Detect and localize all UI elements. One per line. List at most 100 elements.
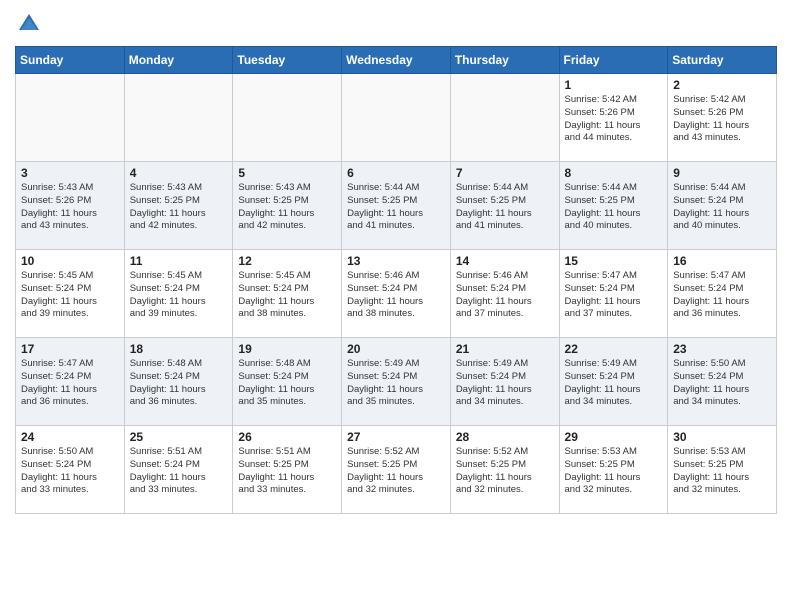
day-info: Sunrise: 5:53 AM Sunset: 5:25 PM Dayligh…	[673, 446, 771, 497]
day-info: Sunrise: 5:44 AM Sunset: 5:24 PM Dayligh…	[673, 182, 771, 233]
day-number: 4	[130, 166, 228, 180]
calendar-cell: 14 Sunrise: 5:46 AM Sunset: 5:24 PM Dayli…	[450, 250, 559, 338]
calendar-cell: 7 Sunrise: 5:44 AM Sunset: 5:25 PM Daylig…	[450, 162, 559, 250]
day-info: Sunrise: 5:45 AM Sunset: 5:24 PM Dayligh…	[21, 270, 119, 321]
calendar-day-header: Saturday	[668, 47, 777, 74]
calendar-cell: 12 Sunrise: 5:45 AM Sunset: 5:24 PM Dayli…	[233, 250, 342, 338]
day-number: 11	[130, 254, 228, 268]
day-info: Sunrise: 5:48 AM Sunset: 5:24 PM Dayligh…	[238, 358, 336, 409]
day-number: 15	[565, 254, 663, 268]
calendar-cell: 17 Sunrise: 5:47 AM Sunset: 5:24 PM Dayli…	[16, 338, 125, 426]
logo	[15, 10, 47, 38]
day-info: Sunrise: 5:49 AM Sunset: 5:24 PM Dayligh…	[456, 358, 554, 409]
day-number: 19	[238, 342, 336, 356]
calendar-cell: 24Sunrise: 5:50 AM Sunset: 5:24 PM Dayli…	[16, 426, 125, 514]
calendar-cell: 2 Sunrise: 5:42 AM Sunset: 5:26 PM Daylig…	[668, 74, 777, 162]
day-info: Sunrise: 5:44 AM Sunset: 5:25 PM Dayligh…	[347, 182, 445, 233]
calendar-cell: 1 Sunrise: 5:42 AM Sunset: 5:26 PM Daylig…	[559, 74, 668, 162]
day-number: 9	[673, 166, 771, 180]
calendar-day-header: Monday	[124, 47, 233, 74]
calendar-cell: 16 Sunrise: 5:47 AM Sunset: 5:24 PM Dayli…	[668, 250, 777, 338]
day-number: 14	[456, 254, 554, 268]
day-number: 2	[673, 78, 771, 92]
day-number: 28	[456, 430, 554, 444]
day-info: Sunrise: 5:51 AM Sunset: 5:25 PM Dayligh…	[238, 446, 336, 497]
day-number: 12	[238, 254, 336, 268]
calendar-week-row: 10 Sunrise: 5:45 AM Sunset: 5:24 PM Dayli…	[16, 250, 777, 338]
day-number: 23	[673, 342, 771, 356]
calendar-day-header: Friday	[559, 47, 668, 74]
calendar-cell: 23 Sunrise: 5:50 AM Sunset: 5:24 PM Dayli…	[668, 338, 777, 426]
day-number: 3	[21, 166, 119, 180]
day-number: 16	[673, 254, 771, 268]
calendar-table: SundayMondayTuesdayWednesdayThursdayFrid…	[15, 46, 777, 514]
calendar-cell: 21 Sunrise: 5:49 AM Sunset: 5:24 PM Dayli…	[450, 338, 559, 426]
day-info: Sunrise: 5:49 AM Sunset: 5:24 PM Dayligh…	[565, 358, 663, 409]
calendar-week-row: 3 Sunrise: 5:43 AM Sunset: 5:26 PM Daylig…	[16, 162, 777, 250]
calendar-cell: 5 Sunrise: 5:43 AM Sunset: 5:25 PM Daylig…	[233, 162, 342, 250]
calendar-cell: 18Sunrise: 5:48 AM Sunset: 5:24 PM Dayli…	[124, 338, 233, 426]
day-info: Sunrise: 5:46 AM Sunset: 5:24 PM Dayligh…	[456, 270, 554, 321]
day-info: Sunrise: 5:51 AM Sunset: 5:24 PM Dayligh…	[130, 446, 228, 497]
day-number: 25	[130, 430, 228, 444]
day-info: Sunrise: 5:43 AM Sunset: 5:25 PM Dayligh…	[238, 182, 336, 233]
day-info: Sunrise: 5:47 AM Sunset: 5:24 PM Dayligh…	[673, 270, 771, 321]
day-info: Sunrise: 5:50 AM Sunset: 5:24 PM Dayligh…	[673, 358, 771, 409]
day-info: Sunrise: 5:47 AM Sunset: 5:24 PM Dayligh…	[21, 358, 119, 409]
day-info: Sunrise: 5:45 AM Sunset: 5:24 PM Dayligh…	[130, 270, 228, 321]
logo-icon	[15, 10, 43, 38]
day-info: Sunrise: 5:48 AM Sunset: 5:24 PM Dayligh…	[130, 358, 228, 409]
calendar-cell: 28 Sunrise: 5:52 AM Sunset: 5:25 PM Dayli…	[450, 426, 559, 514]
day-number: 29	[565, 430, 663, 444]
day-number: 21	[456, 342, 554, 356]
calendar-cell: 20Sunrise: 5:49 AM Sunset: 5:24 PM Dayli…	[342, 338, 451, 426]
day-info: Sunrise: 5:42 AM Sunset: 5:26 PM Dayligh…	[565, 94, 663, 145]
day-info: Sunrise: 5:43 AM Sunset: 5:26 PM Dayligh…	[21, 182, 119, 233]
calendar-cell: 3 Sunrise: 5:43 AM Sunset: 5:26 PM Daylig…	[16, 162, 125, 250]
day-info: Sunrise: 5:45 AM Sunset: 5:24 PM Dayligh…	[238, 270, 336, 321]
calendar-cell: 30 Sunrise: 5:53 AM Sunset: 5:25 PM Dayli…	[668, 426, 777, 514]
calendar-cell	[16, 74, 125, 162]
calendar-cell: 6 Sunrise: 5:44 AM Sunset: 5:25 PM Daylig…	[342, 162, 451, 250]
day-info: Sunrise: 5:44 AM Sunset: 5:25 PM Dayligh…	[456, 182, 554, 233]
day-number: 5	[238, 166, 336, 180]
calendar-cell: 25 Sunrise: 5:51 AM Sunset: 5:24 PM Dayli…	[124, 426, 233, 514]
day-number: 30	[673, 430, 771, 444]
calendar-day-header: Tuesday	[233, 47, 342, 74]
day-number: 27	[347, 430, 445, 444]
calendar-cell: 29 Sunrise: 5:53 AM Sunset: 5:25 PM Dayli…	[559, 426, 668, 514]
calendar-cell	[342, 74, 451, 162]
calendar-cell: 8Sunrise: 5:44 AM Sunset: 5:25 PM Daylig…	[559, 162, 668, 250]
calendar-cell: 15 Sunrise: 5:47 AM Sunset: 5:24 PM Dayli…	[559, 250, 668, 338]
day-info: Sunrise: 5:52 AM Sunset: 5:25 PM Dayligh…	[456, 446, 554, 497]
header	[15, 10, 777, 38]
calendar-week-row: 17 Sunrise: 5:47 AM Sunset: 5:24 PM Dayli…	[16, 338, 777, 426]
day-number: 22	[565, 342, 663, 356]
calendar-cell: 9 Sunrise: 5:44 AM Sunset: 5:24 PM Daylig…	[668, 162, 777, 250]
calendar-week-row: 1 Sunrise: 5:42 AM Sunset: 5:26 PM Daylig…	[16, 74, 777, 162]
day-number: 6	[347, 166, 445, 180]
calendar-cell: 27 Sunrise: 5:52 AM Sunset: 5:25 PM Dayli…	[342, 426, 451, 514]
calendar-cell: 13 Sunrise: 5:46 AM Sunset: 5:24 PM Dayli…	[342, 250, 451, 338]
calendar-cell	[233, 74, 342, 162]
day-info: Sunrise: 5:42 AM Sunset: 5:26 PM Dayligh…	[673, 94, 771, 145]
calendar-cell: 10 Sunrise: 5:45 AM Sunset: 5:24 PM Dayli…	[16, 250, 125, 338]
day-number: 13	[347, 254, 445, 268]
day-info: Sunrise: 5:53 AM Sunset: 5:25 PM Dayligh…	[565, 446, 663, 497]
day-info: Sunrise: 5:47 AM Sunset: 5:24 PM Dayligh…	[565, 270, 663, 321]
calendar-cell: 26Sunrise: 5:51 AM Sunset: 5:25 PM Dayli…	[233, 426, 342, 514]
day-number: 10	[21, 254, 119, 268]
calendar-day-header: Thursday	[450, 47, 559, 74]
calendar-cell	[124, 74, 233, 162]
calendar-cell: 4Sunrise: 5:43 AM Sunset: 5:25 PM Daylig…	[124, 162, 233, 250]
calendar-cell: 22 Sunrise: 5:49 AM Sunset: 5:24 PM Dayli…	[559, 338, 668, 426]
day-number: 7	[456, 166, 554, 180]
page: SundayMondayTuesdayWednesdayThursdayFrid…	[0, 0, 792, 529]
calendar-day-header: Wednesday	[342, 47, 451, 74]
day-number: 17	[21, 342, 119, 356]
calendar-cell: 19 Sunrise: 5:48 AM Sunset: 5:24 PM Dayli…	[233, 338, 342, 426]
day-info: Sunrise: 5:52 AM Sunset: 5:25 PM Dayligh…	[347, 446, 445, 497]
day-number: 1	[565, 78, 663, 92]
day-info: Sunrise: 5:46 AM Sunset: 5:24 PM Dayligh…	[347, 270, 445, 321]
day-info: Sunrise: 5:44 AM Sunset: 5:25 PM Dayligh…	[565, 182, 663, 233]
